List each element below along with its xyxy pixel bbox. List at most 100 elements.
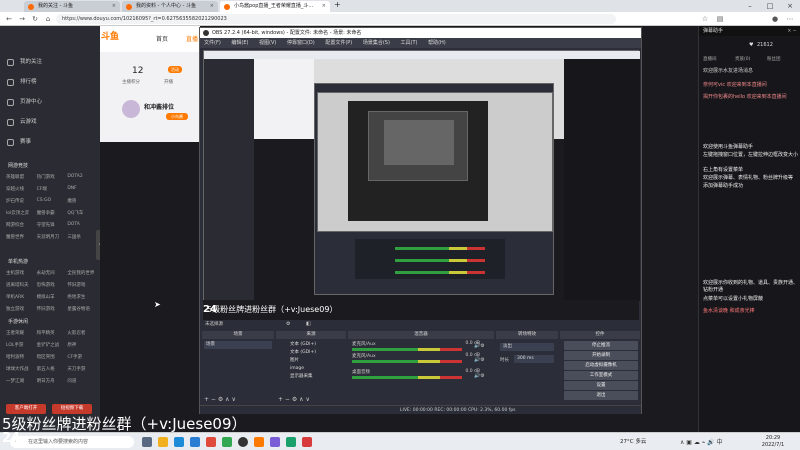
nav-item-follow[interactable]: 我的关注 (0, 54, 100, 70)
category-item[interactable]: 炉石传说 (6, 198, 37, 204)
category-item[interactable]: 主机游戏 (6, 270, 37, 276)
taskbar-clock[interactable]: 20:29 2022/7/1 (748, 435, 798, 449)
category-item[interactable]: 王者荣耀 (6, 330, 37, 336)
chat-tab[interactable]: 直播间 (703, 56, 717, 62)
chat-tab[interactable]: 粉丝团 (767, 56, 781, 62)
category-item[interactable]: 金铲铲之战 (37, 342, 68, 348)
category-item[interactable]: 哈利波特 (6, 354, 37, 360)
scene-add-remove-icons[interactable]: + − ⚙ ∧ ∨ (204, 396, 236, 403)
category-item[interactable]: 天涯明月刀 (37, 234, 68, 240)
category-item[interactable]: DOTA2 (67, 174, 98, 180)
category-item[interactable]: 模拟山羊 (37, 294, 68, 300)
category-item[interactable]: 球球大作战 (6, 366, 37, 372)
menu-docks[interactable]: 停靠窗口(D) (287, 40, 315, 46)
category-item[interactable]: LOL手游 (6, 342, 37, 348)
store-icon[interactable] (190, 437, 200, 447)
exit-button[interactable]: 退出 (564, 391, 638, 400)
browser-tab[interactable]: 我的关注 - 斗鱼 × (24, 1, 120, 12)
menu-view[interactable]: 视图(V) (259, 40, 276, 46)
douyu-logo[interactable]: 斗鱼 (101, 30, 141, 44)
obs-taskbar-icon[interactable] (238, 437, 248, 447)
category-item[interactable]: lol云顶之弈 (6, 210, 37, 216)
scene-item[interactable]: 场景 (204, 341, 272, 349)
category-item[interactable]: 三国杀 (67, 234, 98, 240)
transition-select[interactable]: 淡出 (500, 343, 554, 351)
category-item[interactable]: 问道 (67, 378, 98, 384)
reload-icon[interactable]: ↻ (30, 14, 40, 24)
category-item[interactable]: QQ飞车 (67, 210, 98, 216)
source-item[interactable]: 文本 (GDI+) (278, 341, 344, 349)
category-item[interactable]: 独立游戏 (6, 306, 37, 312)
category-item[interactable]: CF手游 (67, 354, 98, 360)
nav-item-events[interactable]: 赛事 (0, 134, 100, 150)
nav-item-rank[interactable]: 排行榜 (0, 74, 100, 90)
category-item[interactable]: CF端 (37, 186, 68, 192)
virtual-camera-button[interactable]: 启动虚拟摄像机 (564, 361, 638, 370)
properties-gear-icon[interactable]: ⚙ (286, 321, 290, 327)
browser-tab[interactable]: 我的资料 - 个人中心 - 斗鱼 × (122, 1, 218, 12)
category-item[interactable]: 守望先锋 (37, 222, 68, 228)
source-item[interactable]: 文本 (GDI+) (278, 349, 344, 357)
category-item[interactable]: 怀旧游戏 (67, 282, 98, 288)
category-item[interactable]: 绝地求生 (67, 294, 98, 300)
new-tab-icon[interactable]: + (334, 0, 341, 9)
home-icon[interactable]: ⌂ (43, 14, 53, 24)
taskbar-search-input[interactable]: 在这里输入你要搜索的内容 (10, 436, 134, 448)
close-icon[interactable]: × (210, 1, 214, 12)
forward-icon[interactable]: → (17, 14, 27, 24)
url-input[interactable]: https://www.douyu.com/10216095?_rt=0.627… (56, 14, 616, 24)
app-icon[interactable] (286, 437, 296, 447)
category-item[interactable]: 天刀手游 (67, 366, 98, 372)
category-item[interactable]: CS:GO (37, 198, 68, 204)
douyu-taskbar-icon[interactable] (254, 437, 264, 447)
duration-input[interactable]: 300 ms (514, 355, 554, 363)
category-item[interactable]: 网游综合 (6, 222, 37, 228)
start-recording-button[interactable]: 开始录制 (564, 351, 638, 360)
window-close-icon[interactable]: × (780, 0, 800, 12)
category-item[interactable]: 永劫无间 (37, 270, 68, 276)
category-item[interactable]: 和平精英 (37, 330, 68, 336)
tray-icons[interactable]: ∧ ▣ ☁ ⌁ 🔊 中 (680, 437, 723, 446)
nav-live[interactable]: 直播 (186, 34, 198, 43)
category-item[interactable]: 全民我的世界 (67, 270, 98, 276)
category-item[interactable]: 原神 (67, 342, 98, 348)
category-item[interactable]: 火影忍者 (67, 330, 98, 336)
source-add-remove-icons[interactable]: + − ⚙ ∧ ∨ (278, 396, 310, 403)
speaker-icon[interactable]: 🔊⚙ (474, 373, 485, 379)
category-item[interactable]: 明日方舟 (37, 378, 68, 384)
nav-item-webgame[interactable]: 页游中心 (0, 94, 100, 110)
category-item[interactable]: 穿越火线 (6, 186, 37, 192)
back-icon[interactable]: ← (4, 14, 14, 24)
app-icon[interactable] (302, 437, 312, 447)
obs-preview[interactable]: 24 5级粉丝牌进粉丝群（+v:Juese09） (203, 50, 640, 320)
settings-button[interactable]: 设置 (564, 381, 638, 390)
category-item[interactable]: 魔兽争霸 (37, 210, 68, 216)
stop-streaming-button[interactable]: 停止推流 (564, 341, 638, 350)
category-item[interactable]: DOTA (67, 222, 98, 228)
category-item[interactable]: 暗区突围 (37, 354, 68, 360)
category-item[interactable]: 第五人格 (37, 366, 68, 372)
menu-file[interactable]: 文件(F) (204, 40, 221, 46)
category-item[interactable]: 怀旧游戏 (37, 306, 68, 312)
task-view-icon[interactable] (142, 437, 152, 447)
category-item[interactable]: 热门游戏 (37, 174, 68, 180)
close-icon[interactable]: × ─ (787, 28, 796, 34)
app-icon[interactable] (222, 437, 232, 447)
category-item[interactable]: DNF (67, 186, 98, 192)
collections-icon[interactable]: ▤ (715, 14, 725, 24)
category-item[interactable]: 星露谷物语 (67, 306, 98, 312)
source-item[interactable]: image (278, 365, 344, 373)
browser-tab-active[interactable]: 小鸟酱pop直播_王者荣耀直播_斗... × (220, 1, 330, 12)
category-item[interactable]: 逃离塔科夫 (6, 282, 37, 288)
avatar[interactable] (122, 100, 140, 118)
menu-scene-collection[interactable]: 场景集合(S) (363, 40, 390, 46)
app-icon[interactable] (206, 437, 216, 447)
filters-icon[interactable]: ◧ (306, 321, 311, 327)
maximize-icon[interactable]: □ (760, 0, 780, 12)
file-explorer-icon[interactable] (158, 437, 168, 447)
nav-item-cloudgame[interactable]: 云游戏 (0, 114, 100, 130)
speaker-icon[interactable]: 🔊⚙ (474, 343, 485, 349)
studio-mode-button[interactable]: 工作室模式 (564, 371, 638, 380)
menu-help[interactable]: 帮助(H) (428, 40, 446, 46)
category-item[interactable]: 魔兽 (67, 198, 98, 204)
